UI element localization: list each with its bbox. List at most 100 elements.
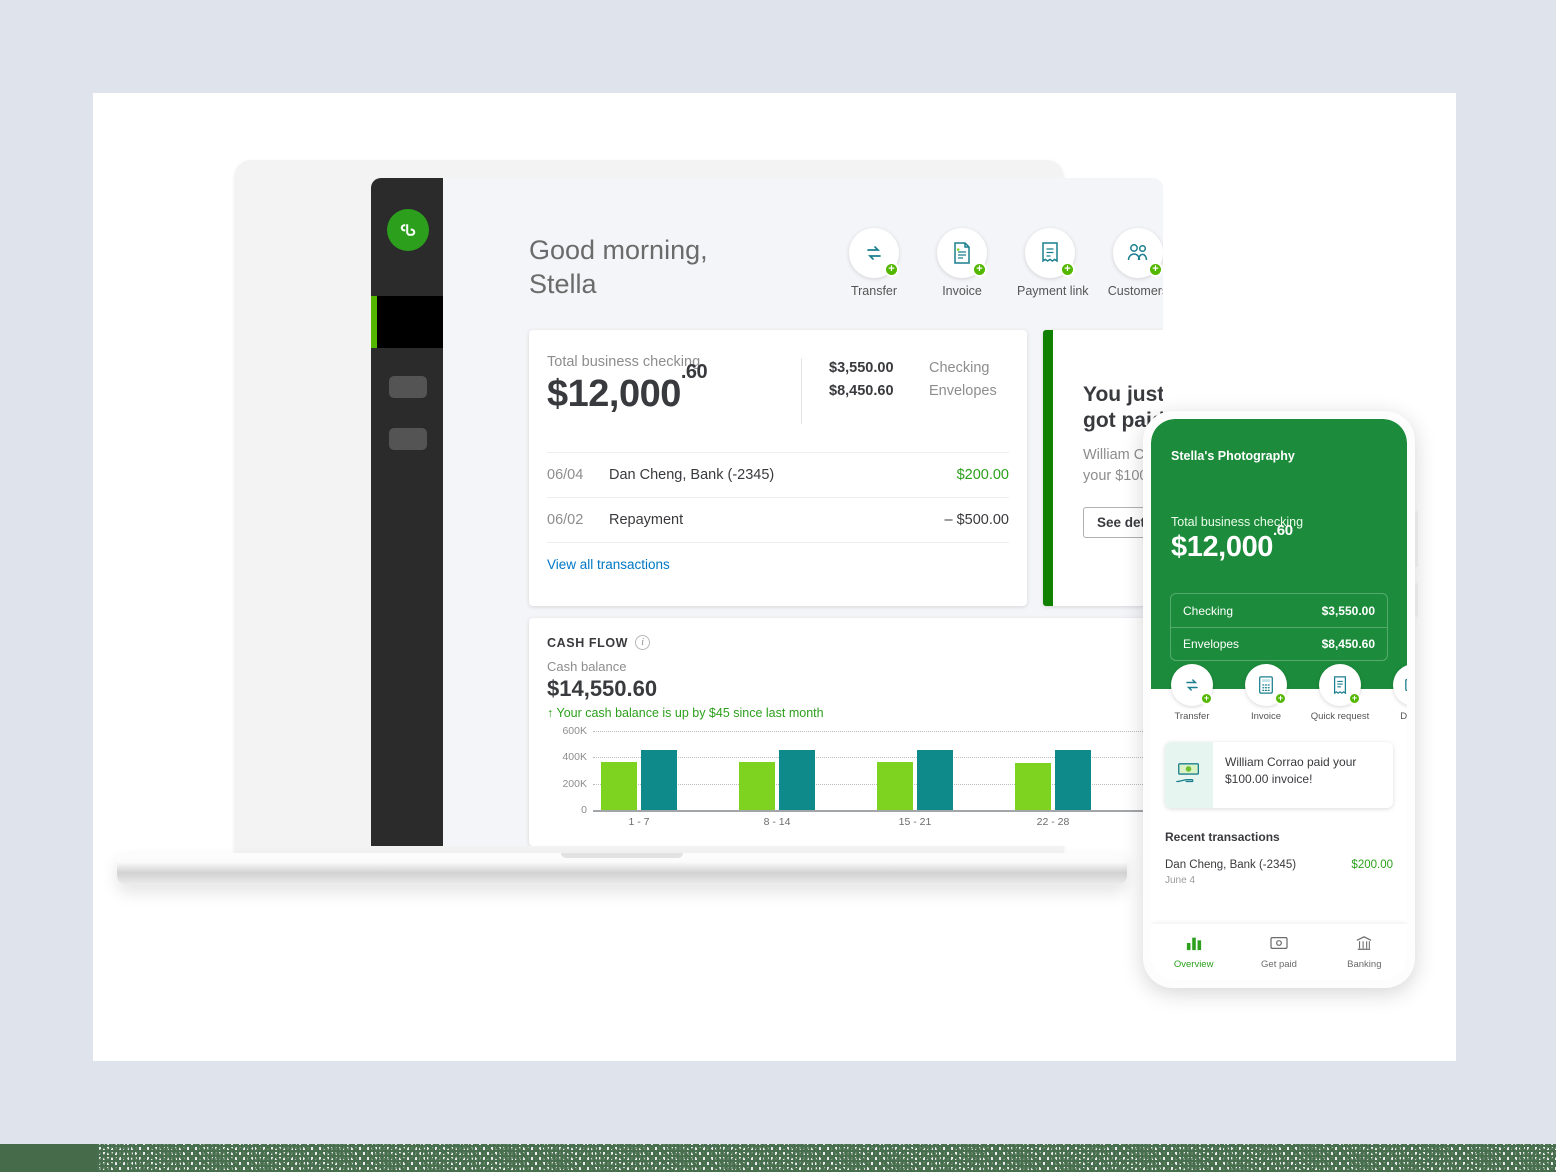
phone-volume-button[interactable] (1415, 511, 1418, 567)
quick-action-label: Invoice (942, 284, 982, 298)
quick-action-payment-link[interactable]: + Payment link (1017, 228, 1089, 298)
strip-solid-block (0, 1144, 97, 1172)
phone-screen: Stella's Photography Total business chec… (1151, 419, 1407, 980)
cash-flow-bar-chart: 600K400K200K0 Money inMoney out 1 - 78 -… (547, 724, 1163, 846)
sidebar-active-accent-bar (371, 296, 377, 348)
transaction-date: 06/04 (547, 467, 584, 483)
chart-bar[interactable] (739, 762, 775, 810)
info-circle-icon[interactable]: i (635, 635, 651, 650)
greeting-line-1: Good morning, (529, 235, 708, 265)
divider (801, 358, 802, 424)
laptop-base (117, 853, 1127, 885)
phone-transaction-row: Dan Cheng, Bank (-2345) $200.00 (1165, 859, 1393, 871)
nav-item-banking[interactable]: Banking (1329, 935, 1399, 970)
phone-transaction-date: June 4 (1165, 875, 1196, 886)
quick-request-icon: + (1319, 664, 1361, 706)
badge-plus-icon: + (1274, 692, 1287, 705)
invoice-document-icon: + (937, 228, 987, 278)
balance-summary: Total business checking $12,000.60 $3,55… (529, 330, 1027, 452)
phone-quick-action-quick-request[interactable]: + Quick request (1309, 664, 1371, 722)
trend-text: Your cash balance is up by $45 since las… (556, 706, 824, 720)
phone-quick-action-deposit[interactable]: + Depos (1383, 664, 1407, 722)
quick-action-transfer[interactable]: + Transfer (841, 228, 907, 298)
quick-action-label: Transfer (850, 284, 898, 298)
laptop-lid: Good morning, Stella + Transfer + Invoic… (235, 160, 1163, 863)
phone-power-button[interactable] (1415, 583, 1418, 617)
greeting-line-2: Stella (529, 269, 597, 299)
phone-quick-action-transfer[interactable]: + Transfer (1161, 664, 1223, 722)
phone-accounts-box: Checking $3,550.00 Envelopes $8,450.60 (1170, 593, 1388, 661)
badge-plus-icon: + (1200, 692, 1213, 705)
phone-account-row[interactable]: Envelopes $8,450.60 (1171, 627, 1387, 660)
cash-flow-title: CASH FLOW (547, 635, 629, 650)
chart-bar-group (601, 750, 677, 810)
bar-chart-icon (1186, 937, 1201, 950)
sidebar-item-placeholder-1[interactable] (389, 376, 427, 398)
sidebar-item-active[interactable] (371, 296, 443, 348)
strip-dither-pattern (97, 1144, 1556, 1172)
phone-account-row[interactable]: Checking $3,550.00 (1171, 594, 1387, 627)
badge-plus-icon: + (884, 262, 899, 277)
customers-people-icon: + (1113, 228, 1163, 278)
greeting: Good morning, Stella (529, 233, 708, 301)
phone-notification-text: William Corrao paid your $100.00 invoice… (1213, 742, 1393, 808)
phone-balance-amount: $12,000.60 (1171, 522, 1293, 564)
table-row[interactable]: 06/02 Repayment – $500.00 (547, 497, 1009, 542)
phone-quick-action-label: Quick request (1310, 711, 1370, 722)
table-row[interactable]: 06/04 Dan Cheng, Bank (-2345) $200.00 (547, 452, 1009, 497)
transaction-description: Repayment (609, 512, 684, 528)
phone-balance-main: $12,000 (1171, 531, 1274, 563)
cash-in-hand-icon (1165, 742, 1213, 808)
view-all-transactions-link[interactable]: View all transactions (547, 542, 1009, 572)
chart-bar-group (1015, 750, 1091, 810)
chart-y-tick-label: 400K (562, 751, 587, 764)
quick-action-invoice[interactable]: + Invoice (929, 228, 995, 298)
phone-quick-actions-row: + Transfer + Invoice + Quick request D (1161, 664, 1407, 722)
phone-notification-card[interactable]: William Corrao paid your $100.00 invoice… (1165, 742, 1393, 808)
nav-label: Get paid (1261, 958, 1297, 970)
chart-plot-area (593, 724, 1163, 810)
balance-amount-cents: .60 (680, 360, 708, 383)
phone-account-name: Checking (1183, 603, 1234, 618)
transfer-arrows-icon: + (1171, 664, 1213, 706)
notification-line-2: $100.00 invoice! (1225, 772, 1313, 786)
cash-balance-trend: ↑ Your cash balance is up by $45 since l… (547, 706, 1163, 720)
chart-y-tick-label: 600K (562, 724, 587, 737)
phone-transaction-item[interactable]: Dan Cheng, Bank (-2345) $200.00 June 4 (1165, 859, 1393, 886)
chart-bar[interactable] (917, 750, 953, 810)
chart-bar[interactable] (641, 750, 677, 810)
phone-quick-action-label: Depos (1400, 711, 1407, 722)
phone-transaction-description: Dan Cheng, Bank (-2345) (1165, 859, 1297, 871)
invoice-calculator-icon: + (1245, 664, 1287, 706)
cash-balance-label: Cash balance (547, 659, 627, 674)
phone-balance-header: Stella's Photography Total business chec… (1151, 419, 1407, 689)
badge-plus-icon: + (1348, 692, 1361, 705)
quick-action-label: Payment link (1017, 284, 1089, 298)
account-breakdown: $3,550.00 Checking $8,450.60 Envelopes (801, 330, 997, 452)
account-name: Envelopes (929, 383, 997, 399)
nav-item-overview[interactable]: Overview (1159, 935, 1229, 970)
transaction-amount: – $500.00 (944, 512, 1009, 528)
quick-actions-row: + Transfer + Invoice + Payment link + Cu… (841, 228, 1163, 298)
account-row: $3,550.00 Checking (829, 360, 997, 376)
nav-label: Overview (1173, 958, 1214, 970)
trend-arrow-icon: ↑ (547, 706, 554, 720)
phone-account-value: $8,450.60 (1321, 637, 1375, 651)
chart-bar[interactable] (601, 762, 637, 810)
quick-action-customers[interactable]: + Customers (1105, 228, 1163, 298)
phone-quick-action-label: Invoice (1250, 711, 1282, 722)
account-amount: $3,550.00 (829, 360, 894, 376)
account-name: Checking (929, 360, 990, 376)
chart-bar[interactable] (1015, 763, 1051, 810)
chart-bar[interactable] (877, 762, 913, 810)
deposit-icon: + (1393, 664, 1407, 706)
cash-flow-card: CASH FLOW i Cash balance $14,550.60 ↑ Yo… (529, 618, 1163, 846)
phone-quick-action-invoice[interactable]: + Invoice (1235, 664, 1297, 722)
chart-bar[interactable] (1055, 750, 1091, 810)
chart-y-tick-label: 0 (581, 804, 587, 816)
nav-label: Banking (1347, 958, 1382, 970)
chart-bar[interactable] (779, 750, 815, 810)
app-sidebar (371, 178, 443, 846)
nav-item-get-paid[interactable]: Get paid (1244, 935, 1314, 970)
sidebar-item-placeholder-2[interactable] (389, 428, 427, 450)
